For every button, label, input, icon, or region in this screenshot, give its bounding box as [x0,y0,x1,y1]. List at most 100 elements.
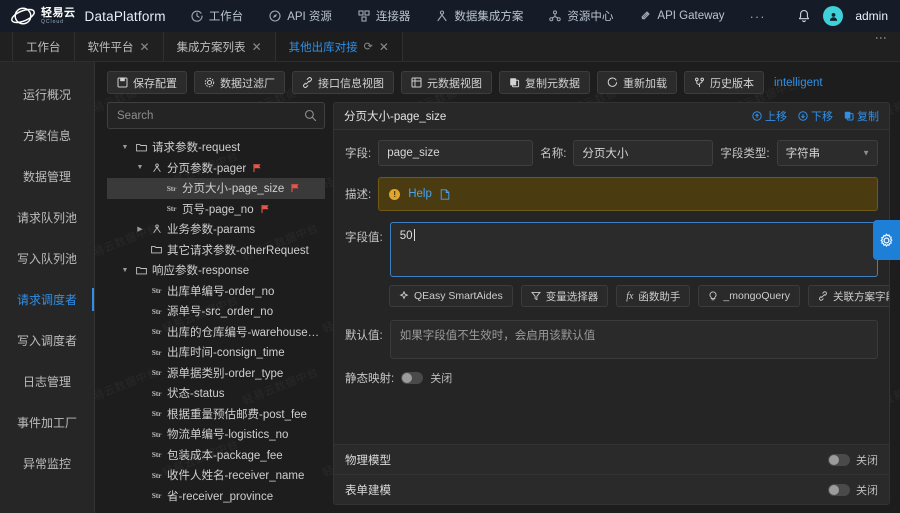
tree-node-consign-time[interactable]: ▼ Str 出库时间-consign_time [107,342,325,363]
tab-close-icon[interactable]: ✕ [252,41,262,53]
tree-node-src-order-no[interactable]: ▼ Str 源单号-src_order_no [107,301,325,322]
form-modeling-section[interactable]: 表单建模 关闭 [334,474,889,504]
tree-node-response[interactable]: ▼ 响应参数-response [107,260,325,281]
tab-workbench[interactable]: 工作台 [12,32,75,61]
tree-node-label: 出库时间-consign_time [167,347,285,360]
copy-field-button[interactable]: 复制 [844,108,879,124]
search-icon[interactable] [304,109,317,122]
chevron-down-icon[interactable]: ▼ [119,144,131,151]
tab-close-icon[interactable]: ✕ [140,41,150,53]
default-value-label: 默认值: [345,330,383,342]
nav-item-workbench[interactable]: 工作台 [178,0,257,32]
sidebar-item-exception-monitor[interactable]: 异常监控 [0,443,94,484]
sidebar-item-log-management[interactable]: 日志管理 [0,361,94,402]
sidebar-item-solution-info[interactable]: 方案信息 [0,115,94,156]
tree-node-logistics-no[interactable]: ▼ Str 物流单编号-logistics_no [107,424,325,445]
nav-item-resource-center[interactable]: 资源中心 [536,0,626,32]
tab-refresh-icon[interactable]: ⟳ [364,40,373,53]
tree-node-post-fee[interactable]: ▼ Str 根据重量预估邮费-post_fee [107,404,325,425]
node-icon [150,163,163,173]
tab-close-icon[interactable]: ✕ [379,41,389,53]
tab-software-platform[interactable]: 软件平台 ✕ [75,32,164,61]
document-icon[interactable] [440,188,450,200]
tree-node-other-request[interactable]: ▼ 其它请求参数-otherRequest [107,240,325,261]
tree-node-request[interactable]: ▼ 请求参数-request [107,137,325,158]
copy-metadata-button[interactable]: 复制元数据 [499,71,590,94]
related-solution-field-button[interactable]: 关联方案字段 [807,285,889,307]
text-cursor [413,229,415,241]
logo[interactable]: 轻易云 QCloud [10,5,76,27]
tree-node-pager[interactable]: ▼ 分页参数-pager [107,158,325,179]
tree-node-receiver-province[interactable]: ▼ Str 省-receiver_province [107,486,325,506]
variable-selector-button[interactable]: 变量选择器 [520,285,609,307]
warning-icon: ! [389,188,401,200]
tree-node-package-fee[interactable]: ▼ Str 包装成本-package_fee [107,445,325,466]
tree-node-warehouse-no[interactable]: ▼ Str 出库的仓库编号-warehouse_no [107,322,325,343]
chevron-down-icon[interactable]: ▼ [134,164,146,171]
sidebar-item-write-scheduler[interactable]: 写入调度者 [0,320,94,361]
tab-label: 其他出库对接 [288,41,358,54]
tree-node-label: 其它请求参数-otherRequest [167,244,309,257]
sidebar-item-overview[interactable]: 运行概况 [0,74,94,115]
tree-node-page-no[interactable]: ▼ Str 页号-page_no [107,199,325,220]
reload-button[interactable]: 重新加载 [597,71,677,94]
move-up-button[interactable]: 上移 [752,108,787,124]
nav-item-api-resource[interactable]: API 资源 [256,0,345,32]
sidebar-item-write-queue-pool[interactable]: 写入队列池 [0,238,94,279]
move-down-button[interactable]: 下移 [798,108,833,124]
string-type-icon: Str [151,409,162,419]
history-version-button[interactable]: 历史版本 [684,71,764,94]
sidebar-item-event-factory[interactable]: 事件加工厂 [0,402,94,443]
data-filter-button[interactable]: 数据过滤厂 [194,71,285,94]
qeasy-smartaides-button[interactable]: QEasy SmartAides [389,285,513,307]
tab-integration-list[interactable]: 集成方案列表 ✕ [164,32,276,61]
tree-node-label: 物流单编号-logistics_no [167,429,289,442]
field-type-select[interactable]: 字符串 [776,140,878,166]
save-config-button[interactable]: 保存配置 [107,71,187,94]
function-helper-button[interactable]: fx 函数助手 [616,285,691,307]
tree-node-params[interactable]: ▶ 业务参数-params [107,219,325,240]
sidebar-item-request-scheduler[interactable]: 请求调度者 [0,279,94,320]
chevron-right-icon[interactable]: ▶ [134,226,146,233]
sidebar-item-label: 数据管理 [22,170,71,184]
metadata-view-button[interactable]: 元数据视图 [401,71,492,94]
nav-item-api-gateway[interactable]: API Gateway [626,0,737,32]
field-name-input[interactable] [573,140,714,166]
user-name[interactable]: admin [855,9,888,23]
nav-more-button[interactable]: ··· [738,9,778,24]
avatar[interactable] [823,6,844,26]
interface-info-view-button[interactable]: 接口信息视图 [292,71,394,94]
sidebar-item-request-queue-pool[interactable]: 请求队列池 [0,197,94,238]
tab-bar-more-button[interactable]: ⋮ [862,32,900,61]
tree-node-status[interactable]: ▼ Str 状态-status [107,383,325,404]
physical-model-section[interactable]: 物理模型 关闭 [334,444,889,474]
tree-node-order-no[interactable]: ▼ Str 出库单编号-order_no [107,281,325,302]
physical-model-toggle[interactable] [828,453,850,466]
tree-node-receiver-name[interactable]: ▼ Str 收件人姓名-receiver_name [107,465,325,486]
form-modeling-toggle[interactable] [828,483,850,496]
tab-other-outbound[interactable]: 其他出库对接 ⟳ ✕ [275,32,403,61]
tab-label: 集成方案列表 [176,41,246,54]
people-icon [437,10,447,22]
section-label: 表单建模 [345,484,391,497]
intelligent-link[interactable]: intelligent [774,77,823,89]
settings-fab-button[interactable] [873,220,900,260]
search-input[interactable] [117,109,304,122]
tree-search-box[interactable] [107,102,325,129]
bell-icon[interactable] [797,9,811,24]
action-label: 下移 [811,111,833,123]
nav-item-connector[interactable]: 连接器 [345,0,424,32]
tree-node-order-type[interactable]: ▼ Str 源单据类别-order_type [107,363,325,384]
mongo-query-button[interactable]: _mongoQuery [698,285,800,307]
static-mapping-toggle[interactable] [401,372,424,384]
default-value-textarea[interactable]: 如果字段值不生效时，会启用该默认值 [389,320,878,359]
chevron-down-icon[interactable]: ▼ [119,267,131,274]
node-icon [150,224,163,234]
field-value-textarea[interactable]: 50 [389,222,878,277]
tree-node-page-size[interactable]: ▼ Str 分页大小-page_size [107,178,325,199]
tree-node-label: 出库的仓库编号-warehouse_no [167,326,321,339]
field-key-input[interactable] [378,140,534,166]
nav-item-data-integration[interactable]: 数据集成方案 [423,0,536,32]
sidebar-item-data-management[interactable]: 数据管理 [0,156,94,197]
help-link[interactable]: Help [408,188,432,200]
